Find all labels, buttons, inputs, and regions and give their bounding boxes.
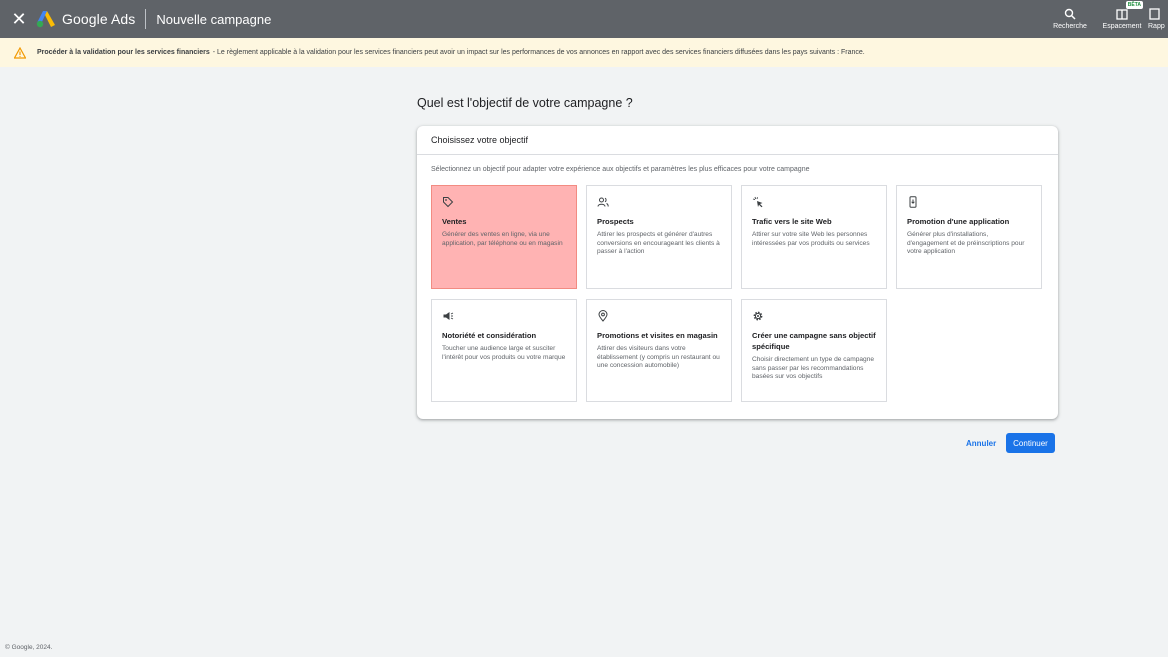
objective-tile-store-visits[interactable]: Promotions et visites en magasin Attirer… <box>586 299 732 402</box>
search-button[interactable]: Recherche <box>1044 0 1096 38</box>
reports-label: Rapp <box>1148 23 1165 30</box>
objective-tile-prospects[interactable]: Prospects Attirer les prospects et génér… <box>586 185 732 289</box>
page-heading: Quel est l'objectif de votre campagne ? <box>417 96 633 110</box>
copyright: © Google, 2024. <box>5 644 53 651</box>
close-button[interactable]: ✕ <box>0 0 38 38</box>
banner-title[interactable]: Procéder à la validation pour les servic… <box>37 49 210 56</box>
objective-tile-no-objective[interactable]: Créer une campagne sans objectif spécifi… <box>741 299 887 402</box>
objective-tile-ventes[interactable]: Ventes Générer des ventes en ligne, via … <box>431 185 577 289</box>
objective-description: Générer plus d'installations, d'engageme… <box>907 231 1025 256</box>
objective-description: Attirer des visiteurs dans votre établis… <box>597 345 720 370</box>
objective-title: Créer une campagne sans objectif spécifi… <box>752 331 876 351</box>
warning-banner: Procéder à la validation pour les servic… <box>0 38 1168 67</box>
beta-badge: BÊTA <box>1125 1 1143 9</box>
tag-icon <box>443 197 454 208</box>
spacing-button[interactable]: BÊTA Espacement <box>1096 0 1148 38</box>
cancel-button[interactable]: Annuler <box>962 434 1000 453</box>
reports-button[interactable]: Rapp <box>1148 0 1168 38</box>
phone-icon <box>909 196 917 208</box>
warning-icon <box>14 46 26 59</box>
spacing-label: Espacement <box>1102 23 1142 30</box>
google-ads-logo: Google Ads <box>36 10 135 28</box>
objective-tile-website-traffic[interactable]: Trafic vers le site Web Attirer sur votr… <box>741 185 887 289</box>
objective-title: Trafic vers le site Web <box>752 217 832 226</box>
gear-icon <box>753 311 763 321</box>
objective-tile-app-promotion[interactable]: Promotion d'une application Générer plus… <box>896 185 1042 289</box>
card-subtitle: Sélectionnez un objectif pour adapter vo… <box>431 166 810 173</box>
objective-description: Choisir directement un type de campagne … <box>752 356 875 381</box>
objective-title: Prospects <box>597 217 634 226</box>
location-pin-icon <box>598 310 608 322</box>
objective-description: Générer des ventes en ligne, via une app… <box>442 231 563 247</box>
people-icon <box>597 197 609 207</box>
objective-description: Attirer les prospects et générer d'autre… <box>597 231 720 256</box>
objective-title: Notoriété et considération <box>442 331 537 340</box>
cursor-click-icon <box>752 196 763 208</box>
page-title: Nouvelle campagne <box>156 11 272 27</box>
megaphone-icon <box>443 312 454 320</box>
continue-button[interactable]: Continuer <box>1006 433 1055 453</box>
close-icon: ✕ <box>11 8 27 29</box>
objective-description: Attirer sur votre site Web les personnes… <box>752 231 870 247</box>
reports-icon <box>1149 8 1160 20</box>
objective-tile-awareness[interactable]: Notoriété et considération Toucher une a… <box>431 299 577 402</box>
top-bar: ✕ Google Ads Nouvelle campagne Recherche… <box>0 0 1168 38</box>
objective-title: Promotions et visites en magasin <box>597 331 718 340</box>
top-actions: Recherche BÊTA Espacement Rapp <box>1044 0 1168 38</box>
search-label: Recherche <box>1053 23 1087 30</box>
objective-description: Toucher une audience large et susciter l… <box>442 345 566 361</box>
objective-card: Choisissez votre objectif Sélectionnez u… <box>417 126 1058 419</box>
objective-title: Ventes <box>442 217 467 226</box>
banner-text: - Le règlement applicable à la validatio… <box>212 49 865 56</box>
header-divider <box>145 9 147 29</box>
brand-name: Google Ads <box>62 11 136 27</box>
search-icon <box>1064 8 1076 20</box>
google-ads-logo-icon <box>36 11 55 28</box>
layout-icon <box>1116 9 1128 20</box>
objective-title: Promotion d'une application <box>907 217 1010 226</box>
card-title: Choisissez votre objectif <box>417 126 1058 155</box>
